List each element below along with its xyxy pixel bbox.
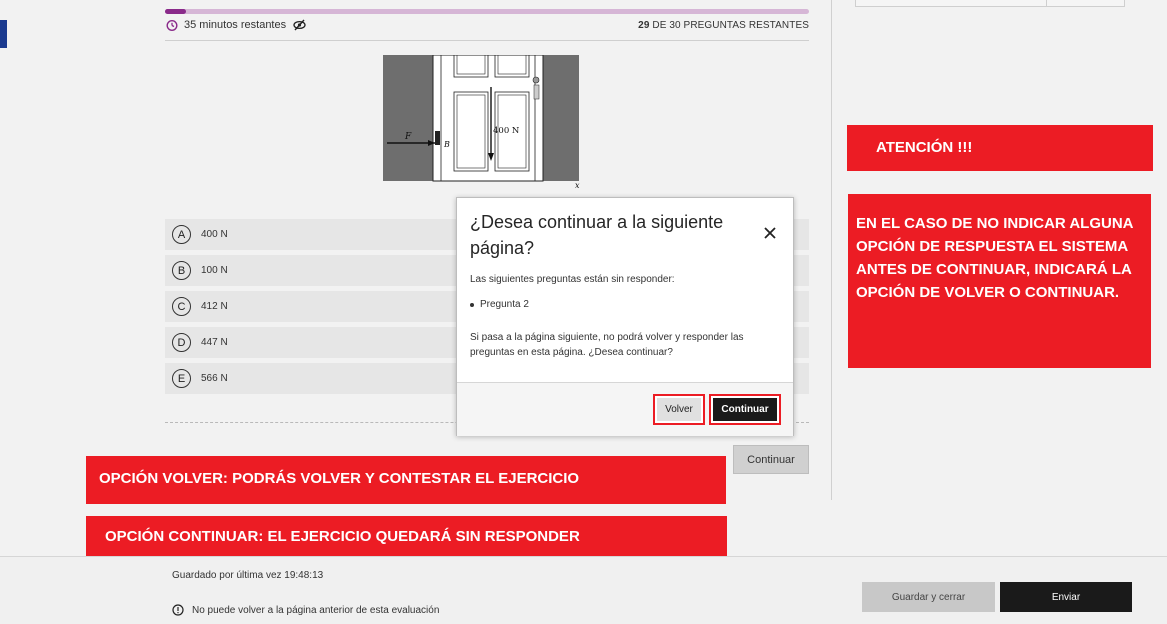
- force-label: F: [404, 132, 412, 142]
- progress-fill: [165, 9, 187, 14]
- close-icon[interactable]: [763, 226, 777, 240]
- dialog-footer: Volver Continuar: [457, 382, 793, 436]
- option-letter: D: [172, 333, 191, 352]
- door-figure: F B 400 N x: [383, 55, 580, 190]
- dialog-continue-label: Continuar: [713, 398, 777, 421]
- attention-annotation: ATENCIÓN !!!: [847, 125, 1153, 171]
- point-label: B: [443, 140, 450, 149]
- saved-status: Guardado por última vez 19:48:13: [172, 570, 324, 581]
- questions-remaining: 29 DE 30 PREGUNTAS RESTANTES: [638, 20, 809, 31]
- timer: 35 minutos restantes: [166, 19, 306, 31]
- right-panel-box: [855, 0, 1125, 7]
- back-option-annotation: OPCIÓN VOLVER: PODRÁS VOLVER Y CONTESTAR…: [86, 456, 726, 504]
- save-and-close-button[interactable]: Guardar y cerrar: [862, 582, 995, 612]
- confirm-dialog: ¿Desea continuar a la siguiente página? …: [456, 197, 794, 436]
- option-value: 412 N: [201, 301, 228, 312]
- left-accent-bar: [0, 20, 7, 48]
- submit-button[interactable]: Enviar: [1000, 582, 1132, 612]
- back-button-label: Volver: [657, 398, 701, 421]
- note-text: No puede volver a la página anterior de …: [192, 604, 440, 616]
- info-annotation: EN EL CASO DE NO INDICAR ALGUNA OPCIÓN D…: [848, 194, 1151, 368]
- header-divider: [165, 40, 809, 41]
- footer-bar: Guardado por última vez 19:48:13 No pued…: [0, 556, 1167, 624]
- vertical-divider: [831, 0, 832, 500]
- dialog-unanswered-text: Las siguientes preguntas están sin respo…: [470, 274, 675, 285]
- unanswered-list: Pregunta 2: [470, 299, 529, 310]
- dialog-title: ¿Desea continuar a la siguiente página?: [470, 212, 724, 258]
- dialog-continue-button[interactable]: Continuar: [709, 394, 781, 425]
- unanswered-item: Pregunta 2: [480, 299, 529, 310]
- axis-label: x: [575, 181, 580, 190]
- option-letter: C: [172, 297, 191, 316]
- continue-button[interactable]: Continuar: [733, 445, 809, 474]
- option-letter: A: [172, 225, 191, 244]
- option-value: 400 N: [201, 229, 228, 240]
- bullet-icon: [470, 302, 474, 307]
- continue-option-annotation: OPCIÓN CONTINUAR: EL EJERCICIO QUEDARÁ S…: [86, 516, 727, 556]
- option-value: 566 N: [201, 373, 228, 384]
- hide-timer-icon[interactable]: [293, 19, 306, 31]
- navigation-note: No puede volver a la página anterior de …: [172, 604, 439, 616]
- timer-text: 35 minutos restantes: [184, 19, 287, 31]
- info-icon: [172, 604, 184, 616]
- remaining-suffix: DE 30 PREGUNTAS RESTANTES: [649, 20, 809, 31]
- back-button[interactable]: Volver: [653, 394, 705, 425]
- remaining-count: 29: [638, 20, 650, 31]
- option-letter: E: [172, 369, 191, 388]
- option-value: 447 N: [201, 337, 228, 348]
- progress-bar: [165, 9, 809, 14]
- weight-label: 400 N: [493, 126, 520, 136]
- timer-icon: [166, 20, 178, 31]
- option-letter: B: [172, 261, 191, 280]
- option-value: 100 N: [201, 265, 228, 276]
- dialog-warning-text: Si pasa a la página siguiente, no podrá …: [470, 332, 744, 358]
